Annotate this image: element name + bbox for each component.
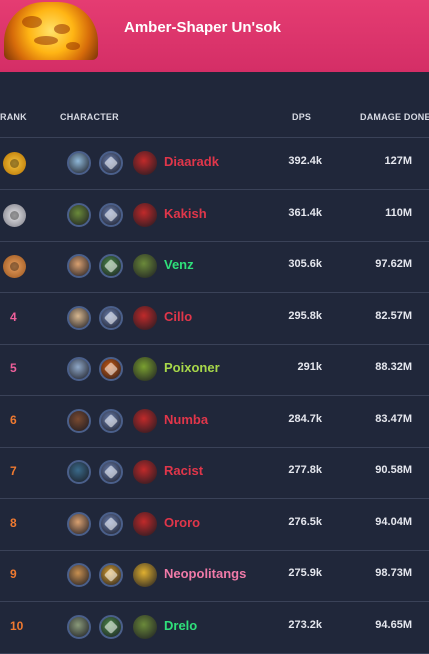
character-name-link[interactable]: Drelo bbox=[164, 618, 197, 633]
rank-number: 8 bbox=[10, 515, 17, 530]
table-row[interactable]: Diaaradk 392.4k 127M bbox=[0, 138, 429, 189]
dps-value: 277.8k bbox=[288, 464, 322, 476]
frost-spec-icon bbox=[99, 151, 123, 175]
silver-rank-medal-icon bbox=[3, 203, 26, 227]
table-row[interactable]: Venz 305.6k 97.62M bbox=[0, 241, 429, 292]
dps-value: 392.4k bbox=[288, 155, 322, 167]
table-row[interactable]: 10 Drelo 273.2k 94.65M bbox=[0, 602, 429, 653]
damage-done-value: 90.58M bbox=[375, 464, 412, 476]
frost-spec-icon bbox=[99, 202, 123, 227]
rank-number: 4 bbox=[10, 309, 17, 324]
orc-face-icon[interactable] bbox=[67, 614, 91, 639]
paladin-class-icon bbox=[133, 563, 157, 587]
rank-number: 10 bbox=[10, 618, 24, 633]
rank-number: 7 bbox=[10, 464, 17, 478]
character-name-link[interactable]: Venz bbox=[164, 257, 194, 272]
dps-value: 361.4k bbox=[288, 206, 322, 219]
death-knight-class-icon bbox=[133, 305, 157, 330]
frost-spec-icon bbox=[99, 408, 123, 433]
table-row[interactable]: 7 Racist 277.8k 90.58M bbox=[0, 447, 429, 498]
human-face-icon[interactable] bbox=[67, 305, 91, 330]
survival-spec-icon bbox=[99, 357, 123, 381]
row-divider bbox=[0, 652, 429, 654]
character-name-link[interactable]: Numba bbox=[164, 412, 208, 427]
character-name-link[interactable]: Neopolitangs bbox=[164, 566, 246, 581]
rank-number: 6 bbox=[10, 412, 17, 427]
character-name-link[interactable]: Cillo bbox=[164, 309, 192, 324]
table-row[interactable]: 8 Ororo 276.5k 94.04M bbox=[0, 499, 429, 550]
damage-done-value: 127M bbox=[384, 155, 412, 167]
table-row[interactable]: 9 Neopolitangs 275.9k 98.73M bbox=[0, 550, 429, 601]
boss-header: Amber-Shaper Un'sok bbox=[0, 0, 429, 72]
dps-value: 273.2k bbox=[288, 618, 322, 631]
windwalker-spec-icon bbox=[99, 254, 123, 278]
character-name-link[interactable]: Racist bbox=[164, 463, 203, 478]
column-header-dps[interactable]: DPS bbox=[292, 112, 311, 122]
hunter-class-icon bbox=[133, 357, 157, 381]
death-knight-class-icon bbox=[133, 460, 157, 484]
human-face-icon[interactable] bbox=[67, 357, 91, 381]
death-knight-class-icon bbox=[133, 202, 157, 227]
human-face-icon[interactable] bbox=[67, 254, 91, 278]
table-row[interactable]: Kakish 361.4k 110M bbox=[0, 190, 429, 241]
human-face-icon[interactable] bbox=[67, 563, 91, 587]
human-face-icon[interactable] bbox=[67, 511, 91, 536]
column-header-damage-done[interactable]: DAMAGE DONE bbox=[360, 112, 429, 122]
boss-portrait-icon bbox=[4, 2, 98, 60]
table-row[interactable]: 4 Cillo 295.8k 82.57M bbox=[0, 293, 429, 344]
damage-done-value: 83.47M bbox=[375, 412, 412, 425]
damage-done-value: 88.32M bbox=[375, 361, 412, 373]
dps-value: 284.7k bbox=[288, 412, 322, 425]
frost-spec-icon bbox=[99, 460, 123, 484]
orc-face-icon[interactable] bbox=[67, 202, 91, 227]
table-row[interactable]: 5 Poixoner 291k 88.32M bbox=[0, 344, 429, 395]
frost-spec-icon bbox=[99, 511, 123, 536]
windwalker-spec-icon bbox=[99, 614, 123, 639]
frost-spec-icon bbox=[99, 305, 123, 330]
draenei-face-icon[interactable] bbox=[67, 460, 91, 484]
column-header-rank[interactable]: RANK bbox=[0, 112, 27, 122]
retribution-spec-icon bbox=[99, 563, 123, 587]
worgen-face-icon[interactable] bbox=[67, 408, 91, 433]
rank-number: 5 bbox=[10, 361, 17, 375]
human-face-icon[interactable] bbox=[67, 151, 91, 175]
table-row[interactable]: 6 Numba 284.7k 83.47M bbox=[0, 396, 429, 447]
damage-done-value: 94.04M bbox=[375, 515, 412, 528]
dps-value: 275.9k bbox=[288, 567, 322, 579]
character-name-link[interactable]: Poixoner bbox=[164, 360, 220, 375]
character-name-link[interactable]: Diaaradk bbox=[164, 154, 219, 169]
dps-value: 276.5k bbox=[288, 515, 322, 528]
character-name-link[interactable]: Ororo bbox=[164, 515, 200, 530]
dps-value: 295.8k bbox=[288, 309, 322, 322]
damage-done-value: 82.57M bbox=[375, 309, 412, 322]
damage-done-value: 94.65M bbox=[375, 618, 412, 631]
gold-rank-medal-icon bbox=[3, 152, 26, 175]
damage-done-value: 110M bbox=[385, 206, 412, 219]
page-title: Amber-Shaper Un'sok bbox=[124, 19, 281, 36]
monk-class-icon bbox=[133, 254, 157, 278]
monk-class-icon bbox=[133, 614, 157, 639]
dps-value: 291k bbox=[297, 361, 322, 373]
rank-number: 9 bbox=[10, 567, 17, 581]
death-knight-class-icon bbox=[133, 511, 157, 536]
column-header-character[interactable]: CHARACTER bbox=[60, 112, 119, 122]
character-name-link[interactable]: Kakish bbox=[164, 206, 207, 221]
death-knight-class-icon bbox=[133, 408, 157, 433]
death-knight-class-icon bbox=[133, 151, 157, 175]
damage-done-value: 97.62M bbox=[375, 258, 412, 270]
bronze-rank-medal-icon bbox=[3, 255, 26, 278]
damage-done-value: 98.73M bbox=[375, 567, 412, 579]
dps-value: 305.6k bbox=[288, 258, 322, 270]
